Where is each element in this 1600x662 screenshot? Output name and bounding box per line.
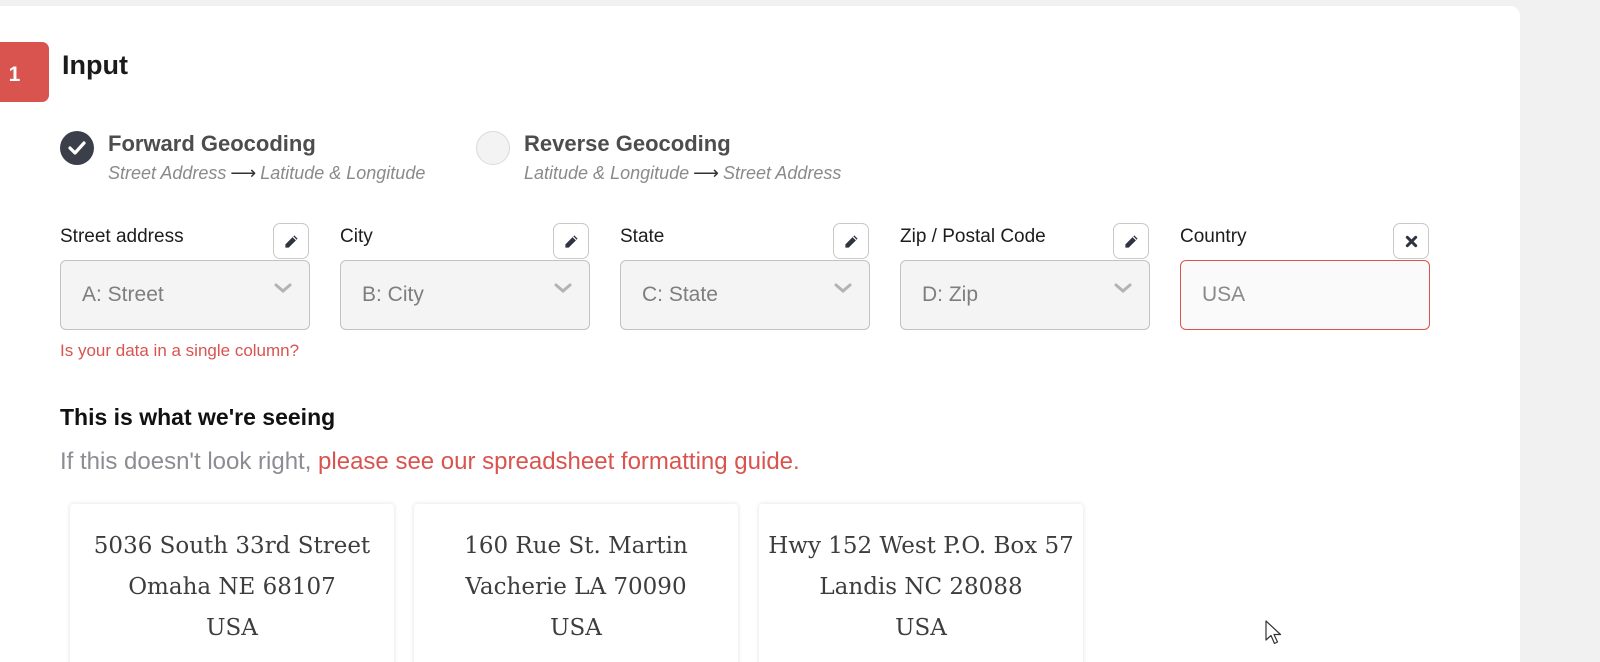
zip-select-value: D: Zip: [922, 283, 979, 306]
country-label: Country: [1180, 226, 1247, 247]
pencil-icon: [564, 234, 578, 248]
reverse-geocoding-description: Latitude & Longitude ⟶ Street Address: [524, 163, 841, 184]
address-line: USA: [550, 615, 602, 641]
city-label: City: [340, 226, 373, 247]
address-preview-card: 160 Rue St. Martin Vacherie LA 70090 USA: [414, 504, 738, 662]
address-line: 160 Rue St. Martin: [464, 533, 688, 559]
forward-from: Street Address: [108, 163, 227, 183]
radio-unchecked-icon[interactable]: [476, 131, 510, 165]
reverse-geocoding-label: Reverse Geocoding: [524, 131, 731, 156]
city-select-value: B: City: [362, 283, 424, 306]
pencil-icon: [1124, 234, 1138, 248]
preview-title: This is what we're seeing: [60, 404, 336, 430]
address-line: Hwy 152 West P.O. Box 57: [768, 533, 1074, 559]
close-icon: [1405, 235, 1417, 247]
state-column-select[interactable]: C: State: [620, 260, 870, 330]
chevron-down-icon: [1114, 283, 1132, 293]
edit-zip-button[interactable]: [1113, 223, 1149, 259]
step-number: 1: [8, 63, 21, 86]
chevron-down-icon: [554, 283, 572, 293]
reverse-to: Street Address: [722, 163, 842, 183]
section-title: Input: [62, 50, 128, 80]
address-line: 5036 South 33rd Street: [93, 533, 371, 559]
edit-city-button[interactable]: [553, 223, 589, 259]
forward-geocoding-description: Street Address ⟶ Latitude & Longitude: [108, 163, 425, 184]
reverse-from: Latitude & Longitude: [524, 163, 690, 183]
street-select-value: A: Street: [82, 283, 164, 306]
clear-country-button[interactable]: [1393, 223, 1429, 259]
arrow-right-icon: ⟶: [230, 163, 257, 183]
country-input-value: USA: [1202, 283, 1246, 306]
address-line: Landis NC 28088: [819, 574, 1023, 600]
forward-geocoding-label: Forward Geocoding: [108, 131, 316, 156]
state-label: State: [620, 226, 665, 247]
street-column-select[interactable]: A: Street: [60, 260, 310, 330]
chevron-down-icon: [834, 283, 852, 293]
single-column-link[interactable]: Is your data in a single column?: [60, 341, 299, 361]
mouse-cursor-icon: [1265, 620, 1282, 645]
country-input[interactable]: USA: [1180, 260, 1430, 330]
address-preview-card: Hwy 152 West P.O. Box 57 Landis NC 28088…: [759, 504, 1083, 662]
address-line: Omaha NE 68107: [128, 574, 336, 600]
zip-label: Zip / Postal Code: [900, 226, 1046, 247]
preview-subtitle: If this doesn't look right, please see o…: [60, 448, 800, 476]
chevron-down-icon: [274, 283, 292, 293]
preview-subtitle-text: If this doesn't look right,: [60, 448, 319, 475]
edit-state-button[interactable]: [833, 223, 869, 259]
input-panel: 1 Input Forward Geocoding Street Address…: [0, 6, 1520, 662]
arrow-right-icon: ⟶: [693, 163, 719, 183]
formatting-guide-link[interactable]: please see our spreadsheet formatting gu…: [318, 448, 800, 475]
address-line: Vacherie LA 70090: [465, 574, 687, 600]
forward-to: Latitude & Longitude: [260, 163, 426, 183]
radio-checked-icon[interactable]: [60, 131, 94, 165]
step-badge: 1: [0, 42, 49, 102]
state-select-value: C: State: [642, 283, 718, 306]
pencil-icon: [284, 234, 298, 248]
city-column-select[interactable]: B: City: [340, 260, 590, 330]
address-line: USA: [895, 615, 947, 641]
address-line: USA: [206, 615, 258, 641]
pencil-icon: [844, 234, 858, 248]
zip-column-select[interactable]: D: Zip: [900, 260, 1150, 330]
edit-street-button[interactable]: [273, 223, 309, 259]
address-preview-card: 5036 South 33rd Street Omaha NE 68107 US…: [70, 504, 394, 662]
street-address-label: Street address: [60, 226, 184, 247]
